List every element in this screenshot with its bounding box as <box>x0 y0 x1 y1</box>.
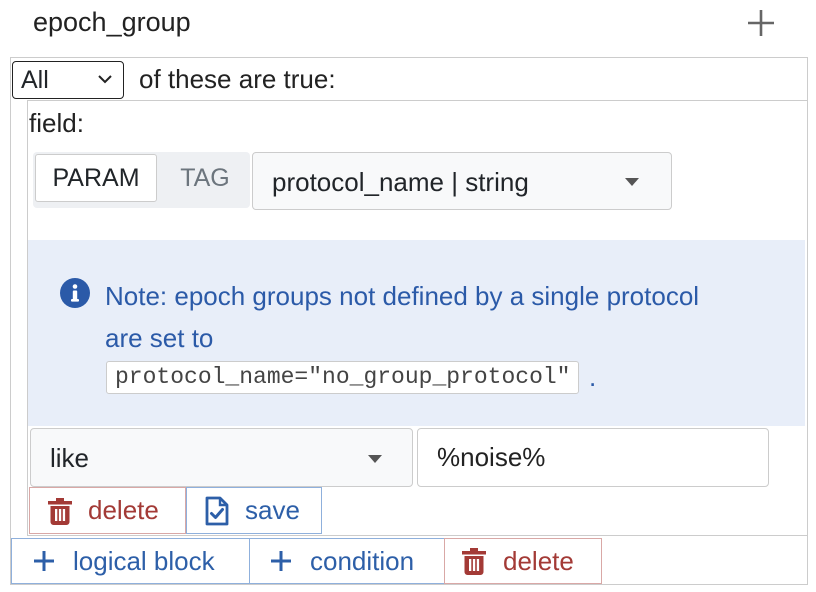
trash-icon <box>462 548 486 575</box>
delete-condition-button[interactable]: delete <box>29 487 186 534</box>
logical-block-label: logical block <box>73 545 215 576</box>
condition-label: condition <box>310 545 415 576</box>
add-logical-block-button[interactable]: logical block <box>11 538 250 584</box>
caret-down-icon <box>368 455 382 463</box>
field-label: field: <box>29 108 84 138</box>
quantifier-value: All <box>21 66 49 94</box>
note-text: Note: epoch groups not defined by a sing… <box>105 281 700 353</box>
file-check-icon <box>205 496 229 525</box>
field-select-value: protocol_name | string <box>272 167 529 197</box>
chevron-down-icon <box>98 75 112 84</box>
operator-value: like <box>50 443 90 473</box>
caret-down-icon <box>625 178 639 186</box>
tag-toggle[interactable]: TAG <box>160 154 250 202</box>
plus-icon <box>748 10 774 36</box>
note-period: . <box>589 362 597 392</box>
delete-label: delete <box>503 545 574 576</box>
plus-icon <box>34 551 54 571</box>
quantifier-select[interactable]: All <box>12 61 124 99</box>
info-icon <box>60 278 90 308</box>
trash-icon <box>48 497 72 525</box>
value-input[interactable] <box>417 428 769 487</box>
param-toggle[interactable]: PARAM <box>35 154 157 202</box>
plus-icon <box>271 551 291 571</box>
field-select[interactable]: protocol_name | string <box>252 152 672 210</box>
quantifier-suffix: of these are true: <box>139 64 336 94</box>
save-condition-button[interactable]: save <box>186 487 322 534</box>
save-label: save <box>245 495 300 525</box>
add-group-button[interactable] <box>742 4 780 42</box>
operator-select[interactable]: like <box>30 428 413 487</box>
group-title: epoch_group <box>33 7 191 37</box>
delete-label: delete <box>88 495 159 525</box>
add-condition-button[interactable]: condition <box>249 538 445 584</box>
delete-block-button[interactable]: delete <box>444 538 602 584</box>
note-code: protocol_name="no_group_protocol" <box>106 361 580 394</box>
